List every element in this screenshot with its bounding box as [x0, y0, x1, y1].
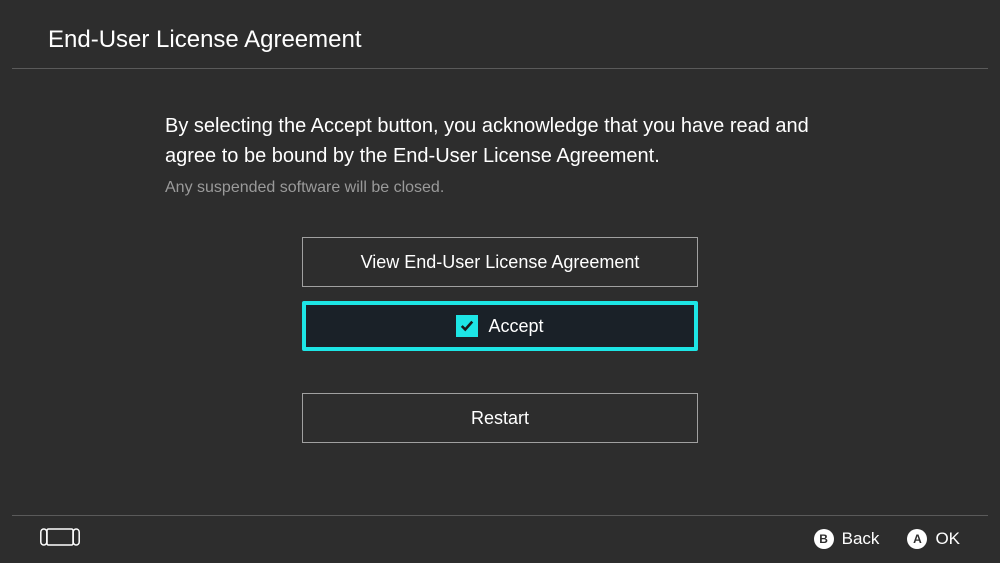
header: End-User License Agreement: [0, 0, 1000, 68]
controller-icon: [40, 527, 80, 552]
footer: B Back A OK: [0, 515, 1000, 563]
view-eula-label: View End-User License Agreement: [361, 252, 640, 273]
footer-divider: [12, 515, 988, 516]
description-block: By selecting the Accept button, you ackn…: [165, 111, 845, 197]
footer-actions: B Back A OK: [814, 529, 960, 549]
view-eula-button[interactable]: View End-User License Agreement: [302, 237, 698, 287]
b-button-icon: B: [814, 529, 834, 549]
accept-label: Accept: [488, 316, 543, 337]
back-label: Back: [842, 529, 880, 549]
checkbox-checked-icon: [456, 315, 478, 337]
description-sub: Any suspended software will be closed.: [165, 179, 845, 197]
button-group: View End-User License Agreement Accept R…: [302, 237, 698, 443]
restart-button[interactable]: Restart: [302, 393, 698, 443]
description-main: By selecting the Accept button, you ackn…: [165, 111, 845, 171]
accept-button[interactable]: Accept: [302, 301, 698, 351]
restart-label: Restart: [471, 408, 529, 429]
back-action[interactable]: B Back: [814, 529, 880, 549]
main-content: By selecting the Accept button, you ackn…: [0, 69, 1000, 443]
ok-label: OK: [935, 529, 960, 549]
page-title: End-User License Agreement: [48, 26, 952, 54]
a-button-icon: A: [907, 529, 927, 549]
accept-checkbox-wrap: Accept: [456, 315, 543, 337]
ok-action[interactable]: A OK: [907, 529, 960, 549]
